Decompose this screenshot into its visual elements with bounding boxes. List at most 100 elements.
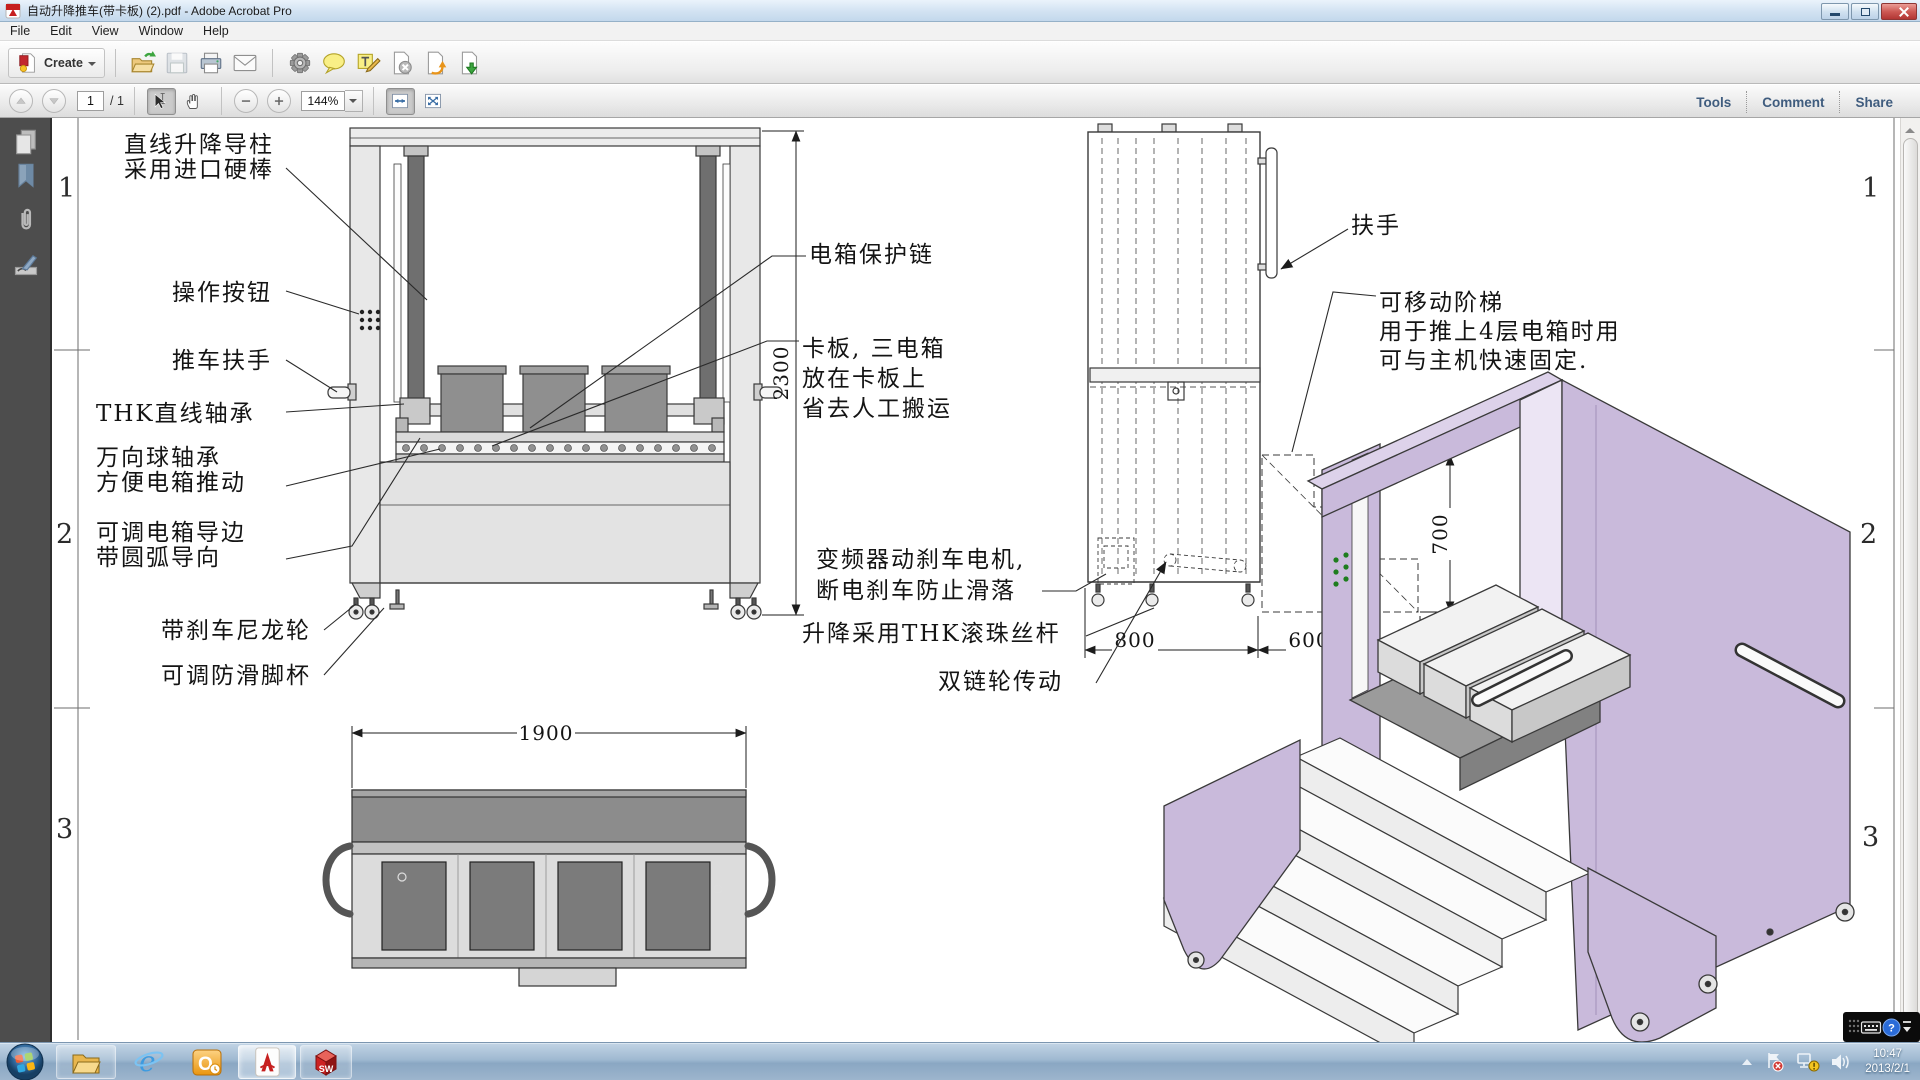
save-button[interactable]	[162, 48, 192, 78]
isometric-view	[1164, 372, 1854, 1042]
pdf-page[interactable]: 1 2 3 1 2 3	[54, 118, 1900, 1042]
page-total-label: / 1	[110, 94, 124, 108]
annotation-handrail: 扶手	[1351, 214, 1401, 239]
network-status-icon[interactable]	[1796, 1051, 1820, 1073]
scroll-up-icon[interactable]	[1905, 123, 1915, 133]
annotation-pallet: 卡板, 三电箱 放在卡板上 省去人工搬运	[802, 334, 952, 424]
delete-page-button[interactable]	[387, 48, 417, 78]
menu-file[interactable]: File	[0, 24, 40, 38]
menu-bar: File Edit View Window Help	[0, 22, 1920, 41]
acrobat-icon	[252, 1046, 282, 1078]
annotation-foot-cup: 可调防滑脚杯	[161, 664, 311, 689]
acrobat-window: 自动升降推车(带卡板) (2).pdf - Adobe Acrobat Pro …	[0, 0, 1920, 1080]
export-page-button[interactable]	[421, 48, 451, 78]
taskbar-acrobat-button[interactable]	[238, 1045, 296, 1079]
annotation-protect-chain: 电箱保护链	[809, 243, 934, 268]
annotation-ball-bearing: 万向球轴承 方便电箱推动	[96, 446, 246, 496]
chevron-down-icon	[88, 62, 96, 70]
print-button[interactable]	[196, 48, 226, 78]
highlight-sign-button[interactable]	[353, 48, 383, 78]
zoom-dropdown-button[interactable]	[345, 90, 363, 112]
minimize-toolbar-icon[interactable]	[1901, 1017, 1913, 1037]
minimize-button[interactable]	[1821, 3, 1849, 20]
windows-explorer-icon	[70, 1047, 102, 1077]
vertical-scrollbar[interactable]	[1900, 118, 1920, 1042]
taskbar-explorer-button[interactable]	[56, 1045, 116, 1079]
open-button[interactable]	[128, 48, 158, 78]
start-button[interactable]	[4, 1041, 46, 1080]
next-page-button[interactable]	[42, 89, 66, 113]
plan-view	[326, 790, 772, 986]
annotation-operate-button: 操作按钮	[172, 281, 272, 306]
page-thumbnails-button[interactable]	[12, 128, 40, 156]
import-page-button[interactable]	[455, 48, 485, 78]
create-label: Create	[44, 56, 83, 70]
close-button[interactable]	[1881, 3, 1917, 20]
annotation-cart-handle: 推车扶手	[172, 349, 272, 374]
show-hidden-icons-button[interactable]	[1740, 1057, 1754, 1067]
tab-share[interactable]: Share	[1840, 95, 1908, 110]
comment-bubble-button[interactable]	[319, 48, 349, 78]
svg-text:SW: SW	[319, 1064, 334, 1074]
ime-language-bar[interactable]: ?	[1843, 1012, 1920, 1042]
solidworks-icon: SW	[310, 1046, 342, 1078]
tray-clock[interactable]: 10:47 2013/2/1	[1865, 1047, 1910, 1077]
zoom-out-button[interactable]	[234, 89, 258, 113]
settings-gear-button[interactable]	[285, 48, 315, 78]
title-bar: 自动升降推车(带卡板) (2).pdf - Adobe Acrobat Pro	[0, 0, 1920, 22]
taskbar-solidworks-button[interactable]: SW	[300, 1045, 352, 1079]
taskbar: e O SW 10:47 2013/2/1	[0, 1042, 1920, 1080]
navigation-pane	[0, 118, 52, 1042]
email-button[interactable]	[230, 48, 260, 78]
annotation-guide-column: 直线升降导柱 采用进口硬棒	[124, 133, 274, 183]
select-tool-button[interactable]	[147, 88, 176, 115]
attachments-button[interactable]	[12, 206, 40, 234]
bookmarks-button[interactable]	[12, 162, 40, 190]
tab-tools[interactable]: Tools	[1681, 95, 1746, 110]
drag-handle-icon	[1846, 1017, 1860, 1037]
hand-tool-button[interactable]	[180, 88, 209, 115]
clock-time: 10:47	[1865, 1047, 1910, 1062]
navigation-toolbar: 1 / 1 144% Tools Comment Share	[0, 85, 1920, 118]
signatures-button[interactable]	[12, 250, 40, 278]
menu-view[interactable]: View	[82, 24, 129, 38]
menu-help[interactable]: Help	[193, 24, 239, 38]
page-number-input[interactable]: 1	[77, 91, 104, 111]
grid-ref: 1	[1862, 173, 1879, 204]
create-button[interactable]: Create	[8, 48, 105, 78]
create-pdf-icon	[17, 52, 39, 74]
menu-window[interactable]: Window	[129, 24, 193, 38]
clock-date: 2013/2/1	[1865, 1062, 1910, 1077]
annotation-motor: 变频器动刹车电机, 断电刹车防止滑落	[816, 545, 1025, 607]
tab-comment[interactable]: Comment	[1747, 95, 1839, 110]
taskbar-outlook-button[interactable]: O	[180, 1045, 234, 1079]
zoom-in-button[interactable]	[267, 89, 291, 113]
system-tray: 10:47 2013/2/1	[1735, 1043, 1920, 1080]
taskbar-ie-button[interactable]: e	[122, 1045, 176, 1079]
menu-edit[interactable]: Edit	[40, 24, 82, 38]
help-icon[interactable]: ?	[1882, 1018, 1901, 1037]
pdf-app-icon	[5, 3, 21, 19]
volume-icon[interactable]	[1830, 1052, 1852, 1072]
svg-text:?: ?	[1888, 1022, 1895, 1034]
grid-ref: 3	[1862, 822, 1879, 853]
grid-ref: 3	[56, 814, 73, 845]
previous-page-button[interactable]	[9, 89, 33, 113]
action-center-flag-icon[interactable]	[1764, 1051, 1786, 1073]
annotation-chain-drive: 双链轮传动	[938, 670, 1063, 695]
grid-ref: 2	[56, 519, 73, 550]
main-toolbar: Create	[0, 42, 1920, 84]
keyboard-icon[interactable]	[1860, 1018, 1882, 1036]
annotation-screw: 升降采用THK滚珠丝杆	[802, 622, 1061, 647]
scrollbar-thumb[interactable]	[1903, 138, 1918, 1018]
zoom-level-input[interactable]: 144%	[301, 91, 345, 111]
fit-page-button[interactable]	[419, 88, 448, 115]
dim-1900: 1900	[519, 721, 574, 745]
restore-icon	[1861, 8, 1870, 16]
internet-explorer-icon: e	[133, 1046, 165, 1078]
annotation-nylon-wheel: 带刹车尼龙轮	[161, 619, 311, 644]
annotation-guide-edge: 可调电箱导边 带圆弧导向	[96, 521, 246, 571]
fit-width-button[interactable]	[386, 88, 415, 115]
restore-button[interactable]	[1851, 3, 1879, 20]
annotation-thk-bearing: THK直线轴承	[96, 402, 255, 427]
